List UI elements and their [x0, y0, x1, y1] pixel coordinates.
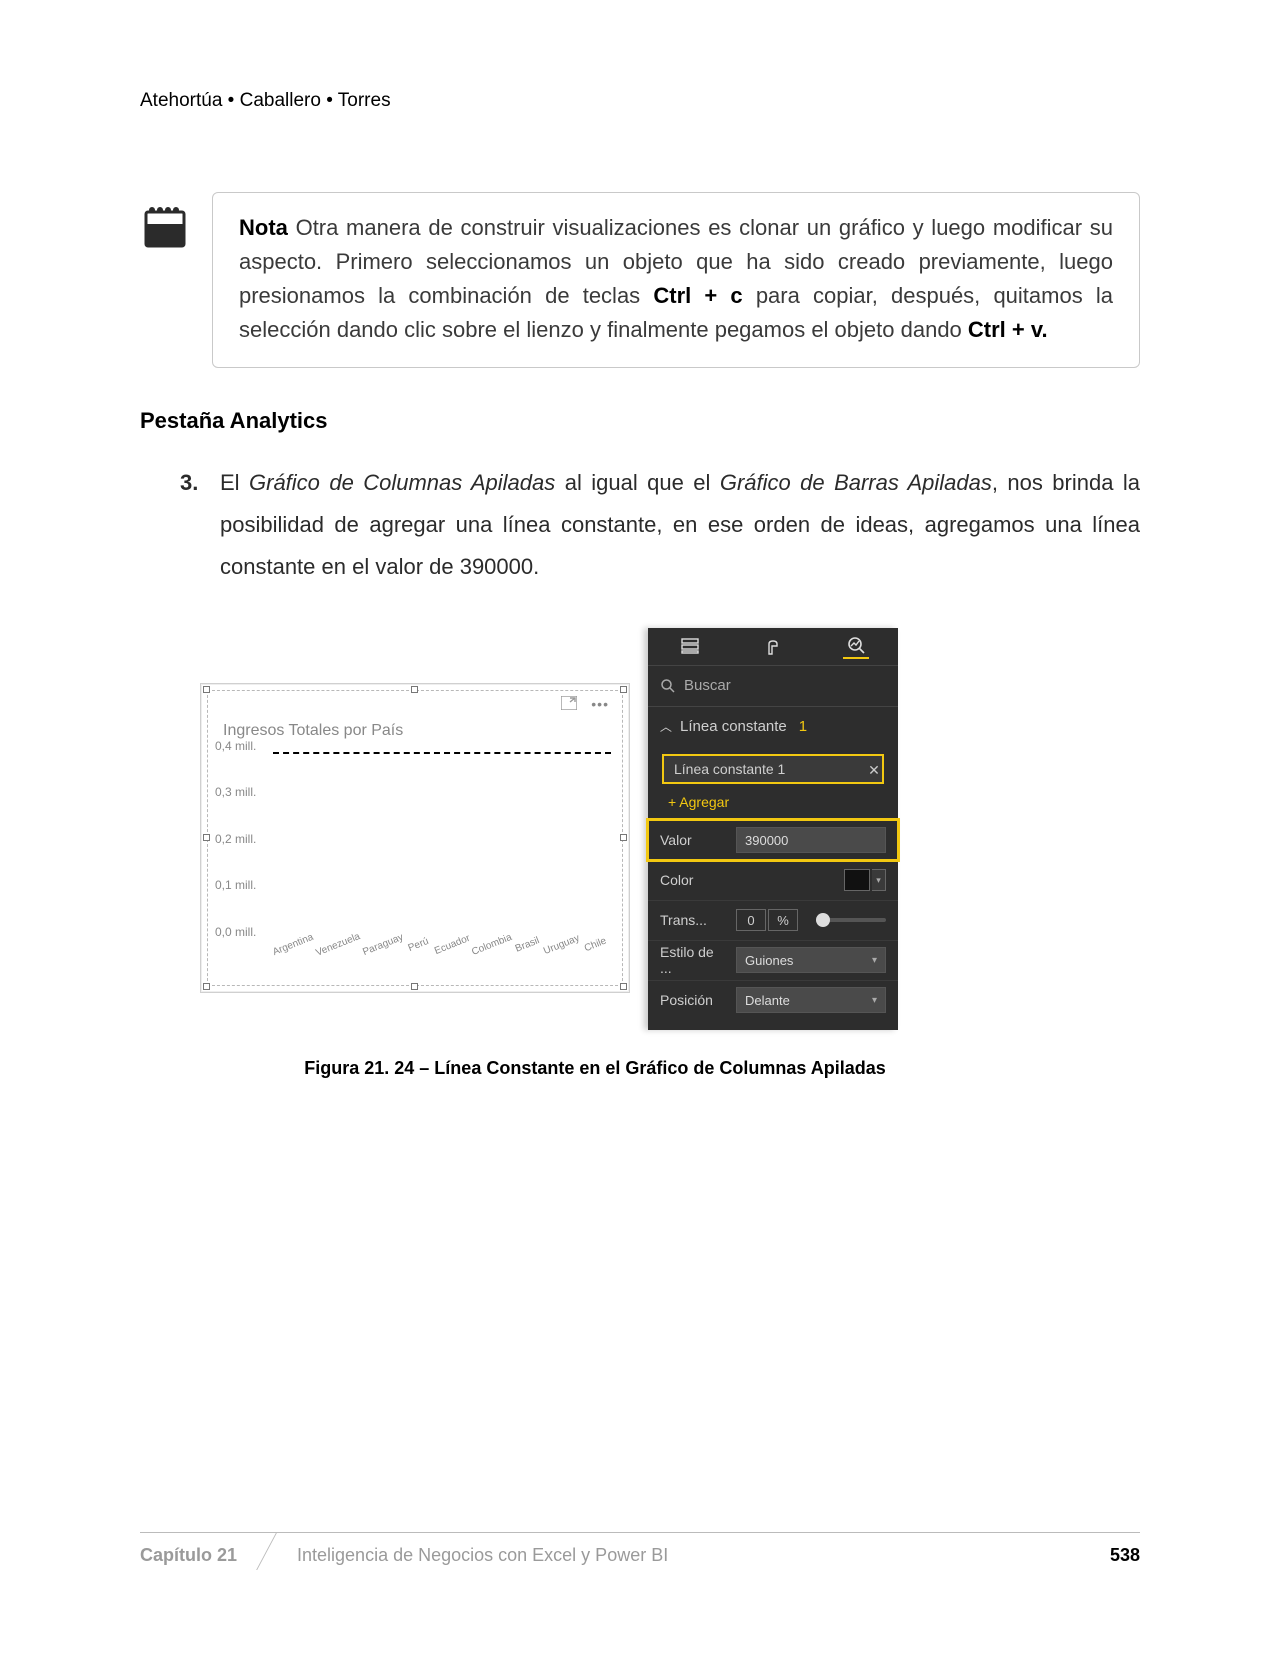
add-constant-line-button[interactable]: + Agregar [652, 790, 894, 820]
note-label: Nota [239, 215, 288, 240]
panel-search[interactable]: Buscar [648, 666, 898, 706]
style-value: Guiones [745, 953, 793, 968]
para-text: El [220, 470, 249, 495]
position-dropdown[interactable]: Delante ▾ [736, 987, 886, 1013]
chevron-down-icon: 〈 [658, 720, 675, 732]
position-row: Posición Delante ▾ [648, 980, 898, 1020]
constant-line-accordion[interactable]: 〈 Línea constante 1 [648, 706, 898, 746]
color-swatch [844, 869, 870, 891]
y-tick-label: 0,4 mill. [215, 739, 256, 753]
figure-caption: Figura 21. 24 – Línea Constante en el Gr… [200, 1058, 990, 1079]
section-title: Pestaña Analytics [140, 408, 1140, 434]
constant-line-item[interactable]: Línea constante 1 ✕ [662, 754, 884, 784]
chevron-down-icon: ▾ [872, 995, 877, 1006]
color-row: Color ▾ [648, 860, 898, 900]
close-icon[interactable]: ✕ [864, 762, 884, 779]
search-placeholder: Buscar [684, 677, 731, 694]
chart-x-axis: ArgentinaVenezuelaParaguayPerúEcuadorCol… [273, 932, 611, 978]
note-kbd-1: Ctrl + c [653, 283, 742, 308]
transparency-slider[interactable] [816, 918, 886, 922]
style-row: Estilo de ... Guiones ▾ [648, 940, 898, 980]
color-picker[interactable]: ▾ [844, 869, 886, 891]
para-text: al igual que el [555, 470, 720, 495]
y-tick-label: 0,1 mill. [215, 878, 256, 892]
y-tick-label: 0,0 mill. [215, 925, 256, 939]
more-options-icon[interactable]: ••• [591, 696, 609, 713]
style-label: Estilo de ... [660, 944, 726, 976]
color-label: Color [660, 872, 726, 888]
position-value: Delante [745, 993, 790, 1008]
chevron-down-icon: ▾ [872, 955, 877, 966]
value-input[interactable]: 390000 [736, 827, 886, 853]
focus-mode-icon[interactable] [561, 696, 577, 713]
footer-page-number: 538 [1110, 1545, 1140, 1566]
transparency-value[interactable]: 0 [736, 909, 766, 931]
fields-tab-icon[interactable] [677, 633, 703, 659]
format-tab-icon[interactable] [760, 633, 786, 659]
footer-chapter: Capítulo 21 [140, 1545, 267, 1566]
accordion-count: 1 [799, 718, 807, 735]
note-box: Nota Otra manera de construir visualizac… [212, 192, 1140, 368]
analytics-panel: Buscar 〈 Línea constante 1 Línea constan… [648, 628, 898, 1030]
y-tick-label: 0,2 mill. [215, 832, 256, 846]
accordion-label: Línea constante [680, 718, 787, 735]
value-label: Valor [660, 832, 726, 848]
value-row: Valor 390000 [648, 820, 898, 860]
constant-line-item-label: Línea constante 1 [674, 761, 785, 777]
position-label: Posición [660, 992, 726, 1008]
transparency-unit: % [768, 909, 798, 931]
numbered-paragraph: 3. El Gráfico de Columnas Apiladas al ig… [180, 462, 1140, 587]
analytics-tab-icon[interactable] [843, 633, 869, 659]
footer-title: Inteligencia de Negocios con Excel y Pow… [297, 1545, 1110, 1566]
note-block: Nota Otra manera de construir visualizac… [140, 192, 1140, 368]
note-kbd-2: Ctrl + v. [968, 317, 1048, 342]
chart-title: Ingresos Totales por País [223, 722, 403, 740]
notepad-icon [140, 202, 190, 252]
figure: ••• Ingresos Totales por País 0,4 mill. 0… [200, 628, 990, 1079]
search-icon [660, 678, 676, 694]
chart-bars [273, 746, 611, 932]
list-number: 3. [180, 462, 204, 587]
style-dropdown[interactable]: Guiones ▾ [736, 947, 886, 973]
y-tick-label: 0,3 mill. [215, 785, 256, 799]
para-italic-2: Gráfico de Barras Apiladas [720, 470, 992, 495]
chevron-down-icon: ▾ [872, 869, 886, 891]
para-italic-1: Gráfico de Columnas Apiladas [249, 470, 555, 495]
transparency-row: Trans... 0 % [648, 900, 898, 940]
panel-tabs [648, 628, 898, 666]
chart-visual[interactable]: ••• Ingresos Totales por País 0,4 mill. 0… [200, 683, 630, 993]
page-authors: Atehortúa • Caballero • Torres [140, 90, 1140, 112]
transparency-label: Trans... [660, 912, 726, 928]
chart-y-axis: 0,4 mill.0,3 mill.0,2 mill.0,1 mill.0,0 … [215, 746, 269, 932]
page-footer: Capítulo 21 Inteligencia de Negocios con… [140, 1532, 1140, 1566]
